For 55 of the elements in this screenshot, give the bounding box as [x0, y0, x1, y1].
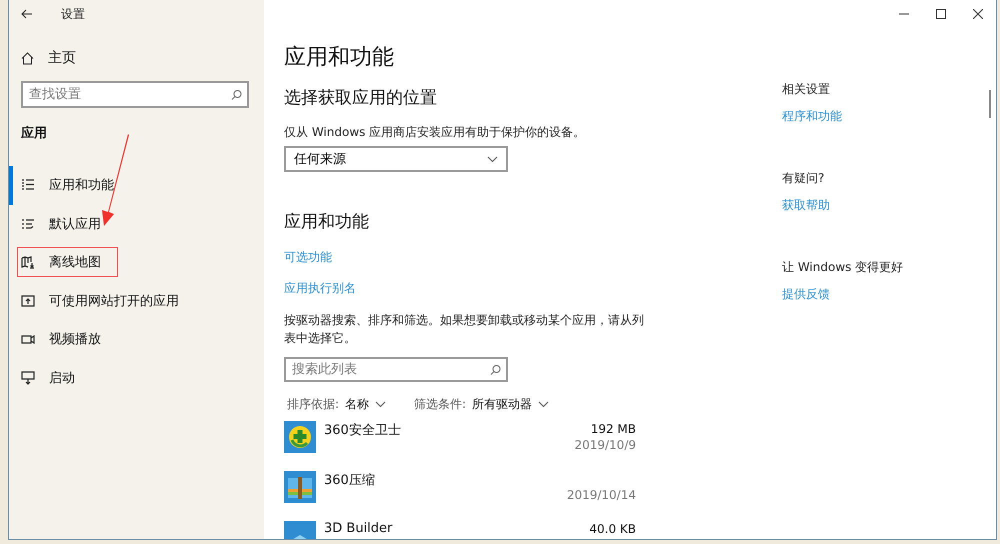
app-date: 2019/10/9	[574, 437, 636, 453]
section-heading: 应用	[20, 124, 48, 142]
home-icon	[21, 52, 34, 64]
nav-item[interactable]: 默认应用	[9, 204, 264, 243]
related-heading: 相关设置	[782, 81, 831, 98]
chevron-down-icon	[538, 401, 550, 408]
app-size: 40.0 KB	[589, 521, 636, 537]
chevron-down-icon	[375, 401, 386, 408]
description: 仅从 Windows 应用商店安装应用有助于保护你的设备。	[284, 124, 586, 141]
nav-label: 应用和功能	[49, 177, 114, 194]
home-link[interactable]: 主页	[48, 49, 76, 67]
related-heading: 让 Windows 变得更好	[782, 259, 904, 276]
description: 按驱动器搜索、排序和筛选。如果想要卸载或移动某个应用，请从列表中选择它。	[284, 312, 644, 347]
app-icon	[284, 421, 316, 453]
app-name: 360压缩	[324, 472, 375, 487]
source-dropdown[interactable]: 任何来源	[284, 146, 508, 172]
nav-label: 离线地图	[49, 254, 101, 272]
app-name: 360安全卫士	[324, 422, 401, 437]
nav-item[interactable]: 离线地图	[9, 243, 264, 282]
sort-dropdown[interactable]: 排序依据: 名称	[287, 396, 386, 413]
back-arrow-icon[interactable]	[21, 9, 33, 19]
search-field[interactable]: 搜索此列表	[284, 357, 508, 382]
link[interactable]: 提供反馈	[782, 286, 904, 303]
nav-label: 视频播放	[49, 331, 101, 348]
nav-label: 可使用网站打开的应用	[49, 292, 179, 310]
link[interactable]: 程序和功能	[782, 108, 904, 125]
nav-label: 启动	[49, 370, 75, 387]
page-title: 应用和功能	[284, 44, 395, 72]
nav-item[interactable]: 视频播放	[9, 320, 264, 358]
close-icon	[972, 9, 982, 19]
camera-icon	[21, 332, 35, 346]
list-icon	[21, 216, 35, 231]
related-heading: 有疑问?	[782, 170, 826, 187]
scrollbar[interactable]	[989, 90, 991, 118]
map-icon	[21, 255, 35, 270]
app-icon	[284, 471, 316, 503]
link[interactable]: 获取帮助	[782, 197, 904, 214]
nav-label: 默认应用	[49, 216, 101, 233]
list-icon	[21, 178, 35, 192]
filter-dropdown[interactable]: 筛选条件: 所有驱动器	[414, 396, 550, 413]
app-name: 3D Builder	[324, 521, 392, 537]
nav-item[interactable]: 可使用网站打开的应用	[9, 282, 264, 320]
section-heading: 选择获取应用的位置	[284, 87, 438, 109]
nav-item[interactable]: 启动	[9, 358, 264, 397]
app-date: 2019/10/14	[566, 487, 636, 503]
app-size: 192 MB	[590, 421, 636, 437]
window-title: 设置	[61, 6, 85, 22]
window-icon	[21, 294, 35, 308]
search-icon	[490, 364, 501, 375]
section-heading: 应用和功能	[284, 211, 370, 233]
maximize-icon	[936, 9, 946, 19]
search-field[interactable]: 查找设置	[21, 81, 249, 108]
chevron-down-icon	[487, 156, 498, 162]
monitor-icon	[21, 370, 35, 385]
search-icon	[231, 89, 242, 100]
